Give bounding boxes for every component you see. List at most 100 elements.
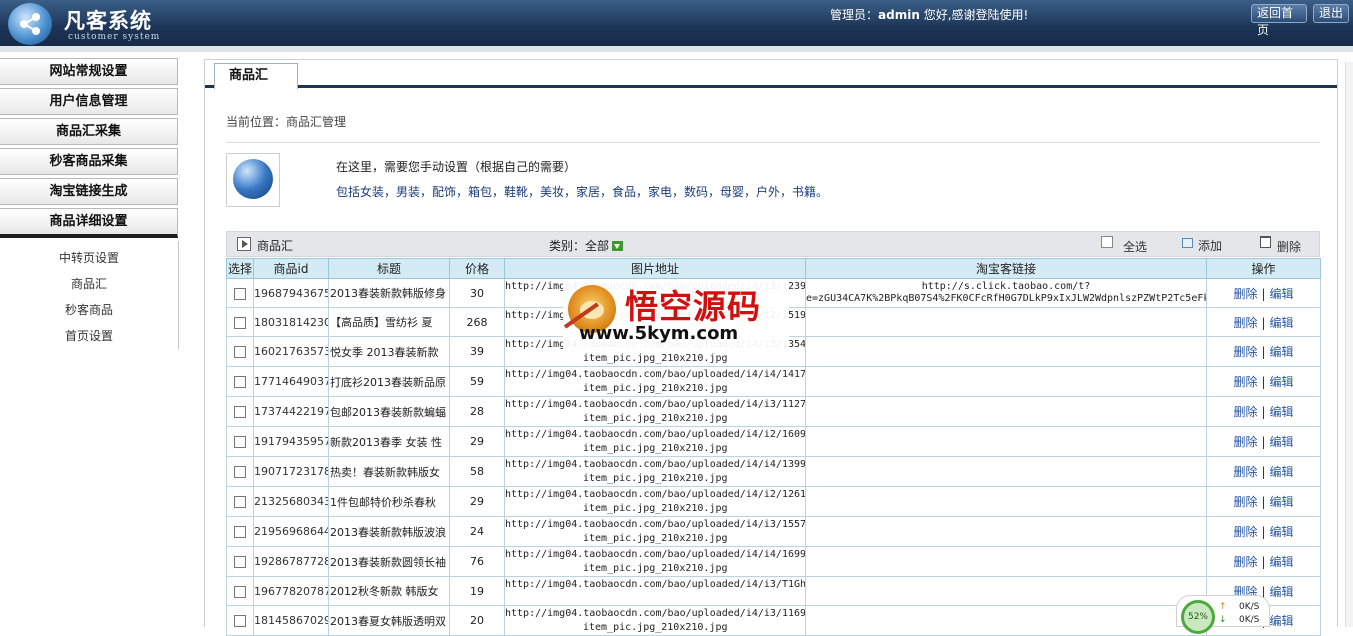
add-button[interactable]: 添加 <box>1198 237 1222 254</box>
row-actions: 删除 | 编辑 <box>1206 546 1321 577</box>
row-delete-link[interactable]: 删除 <box>1233 495 1257 509</box>
table-row: 17714649037 打底衫2013春装新品原 59 http://img04.ta… <box>226 366 1321 397</box>
row-edit-link[interactable]: 编辑 <box>1270 525 1294 539</box>
row-checkbox[interactable] <box>234 346 246 358</box>
row-delete-link[interactable]: 删除 <box>1233 465 1257 479</box>
row-checkbox[interactable] <box>234 585 246 598</box>
image-url-line1: http://img04.taobaocdn.com/bao/uploaded/… <box>505 608 806 619</box>
trash-icon[interactable] <box>1260 236 1271 248</box>
row-checkbox[interactable] <box>234 496 246 508</box>
tab-bar: 商品汇 <box>205 60 1337 89</box>
submenu-item-homepage[interactable]: 首页设置 <box>0 323 178 349</box>
page-scrollbar[interactable] <box>1345 62 1353 627</box>
row-select-cell <box>226 366 254 397</box>
category-filter[interactable]: 类别：全部 <box>549 237 624 254</box>
sidebar-submenu: 中转页设置 商品汇 秒客商品 首页设置 <box>0 241 179 349</box>
delete-button[interactable]: 删除 <box>1277 238 1301 255</box>
sidebar-item-site-settings[interactable]: 网站常规设置 <box>0 58 178 85</box>
row-delete-link[interactable]: 删除 <box>1233 287 1257 301</box>
taobao-link-cell <box>805 366 1207 397</box>
product-id: 19286787728 <box>253 546 329 577</box>
admin-prefix: 管理员： <box>830 8 879 22</box>
product-title: 热卖！春装新款韩版女 <box>328 456 450 487</box>
row-delete-link[interactable]: 删除 <box>1233 375 1257 389</box>
row-checkbox[interactable] <box>234 526 246 538</box>
image-url-line2: item_pic.jpg_210x210.jpg <box>583 622 728 633</box>
sidebar-item-product-collect[interactable]: 商品汇采集 <box>0 118 178 145</box>
row-checkbox[interactable] <box>234 406 246 418</box>
row-checkbox[interactable] <box>234 436 246 448</box>
sidebar: 网站常规设置 用户信息管理 商品汇采集 秒客商品采集 淘宝链接生成 商品详细设置… <box>0 58 179 349</box>
row-delete-link[interactable]: 删除 <box>1233 555 1257 569</box>
action-separator: | <box>1261 286 1266 301</box>
row-edit-link[interactable]: 编辑 <box>1270 287 1294 301</box>
return-home-button[interactable]: 返回首页 <box>1251 4 1307 37</box>
row-checkbox[interactable] <box>234 615 246 627</box>
row-delete-link[interactable]: 删除 <box>1233 345 1257 359</box>
sidebar-item-miaoke-collect[interactable]: 秒客商品采集 <box>0 148 178 175</box>
product-id: 19179435957 <box>253 426 329 457</box>
tab-product-hub[interactable]: 商品汇 <box>214 63 298 89</box>
product-title: 2013春装新款圆领长袖 <box>328 546 450 577</box>
submenu-item-redirect[interactable]: 中转页设置 <box>0 245 178 271</box>
submenu-item-product-hub[interactable]: 商品汇 <box>0 271 178 297</box>
col-header-price: 价格 <box>449 258 505 279</box>
row-edit-link[interactable]: 编辑 <box>1270 435 1294 449</box>
product-price: 59 <box>449 366 505 397</box>
row-edit-link[interactable]: 编辑 <box>1270 375 1294 389</box>
product-price: 39 <box>449 336 505 367</box>
share-logo-icon <box>8 3 52 45</box>
sidebar-item-product-details[interactable]: 商品详细设置 <box>0 208 178 238</box>
row-checkbox[interactable] <box>234 316 246 329</box>
action-separator: | <box>1261 315 1266 330</box>
row-checkbox[interactable] <box>234 376 246 388</box>
network-meter[interactable]: 52% ↑ 0K/S ↓ 0K/S <box>1176 595 1270 634</box>
taobao-link-cell <box>805 307 1207 337</box>
product-id: 21325680343 <box>253 486 329 517</box>
row-edit-link[interactable]: 编辑 <box>1270 316 1294 330</box>
row-checkbox[interactable] <box>234 466 246 478</box>
product-title: 2012秋冬新款 韩版女 <box>328 576 450 606</box>
taobao-link-cell <box>805 426 1207 457</box>
row-delete-link[interactable]: 删除 <box>1233 525 1257 539</box>
sidebar-item-user-management[interactable]: 用户信息管理 <box>0 88 178 115</box>
image-url-line2: item_pic.jpg_210x210.jpg <box>583 563 728 574</box>
taobao-link-line1: http://s.click.taobao.com/t? <box>921 281 1091 292</box>
row-delete-link[interactable]: 删除 <box>1233 435 1257 449</box>
row-edit-link[interactable]: 编辑 <box>1270 345 1294 359</box>
row-delete-link[interactable]: 删除 <box>1233 316 1257 330</box>
logout-button[interactable]: 退出 <box>1313 4 1349 23</box>
select-all-checkbox[interactable] <box>1101 236 1113 248</box>
row-edit-link[interactable]: 编辑 <box>1270 495 1294 509</box>
col-header-id: 商品id <box>253 258 329 279</box>
app-title: 凡客系统 <box>64 9 152 33</box>
image-url-cell: http://img04.taobaocdn.com/bao/uploaded/… <box>504 576 806 606</box>
row-edit-link[interactable]: 编辑 <box>1270 614 1294 628</box>
image-url-cell: http://img04.taobaocdn.com/bao/uploaded/… <box>504 546 806 577</box>
play-icon <box>237 237 251 251</box>
product-price: 30 <box>449 278 505 308</box>
image-url-cell: http://img04.taobaocdn.com/bao/uploaded/… <box>504 605 806 636</box>
table-row: 19677820787 2012秋冬新款 韩版女 19 http://img04.ta… <box>226 576 1321 606</box>
dropdown-arrow-icon[interactable] <box>612 241 624 251</box>
row-edit-link[interactable]: 编辑 <box>1270 585 1294 599</box>
add-icon[interactable] <box>1182 238 1193 248</box>
sidebar-item-taobao-link[interactable]: 淘宝链接生成 <box>0 178 178 205</box>
row-delete-link[interactable]: 删除 <box>1233 405 1257 419</box>
row-edit-link[interactable]: 编辑 <box>1270 405 1294 419</box>
row-actions: 删除 | 编辑 <box>1206 307 1321 337</box>
admin-name: admin <box>878 8 920 22</box>
taobao-link-cell <box>805 546 1207 577</box>
row-checkbox[interactable] <box>234 287 246 300</box>
row-edit-link[interactable]: 编辑 <box>1270 465 1294 479</box>
row-edit-link[interactable]: 编辑 <box>1270 555 1294 569</box>
watermark-brand: 悟空源码 <box>625 287 761 326</box>
select-all-label[interactable]: 全选 <box>1123 238 1147 255</box>
row-select-cell <box>226 426 254 457</box>
submenu-item-miaoke[interactable]: 秒客商品 <box>0 297 178 323</box>
table-row: 19286787728 2013春装新款圆领长袖 76 http://img04.ta… <box>226 546 1321 577</box>
row-checkbox[interactable] <box>234 556 246 568</box>
row-actions: 删除 | 编辑 <box>1206 278 1321 308</box>
product-id: 17714649037 <box>253 366 329 397</box>
taobao-link-cell <box>805 576 1207 606</box>
